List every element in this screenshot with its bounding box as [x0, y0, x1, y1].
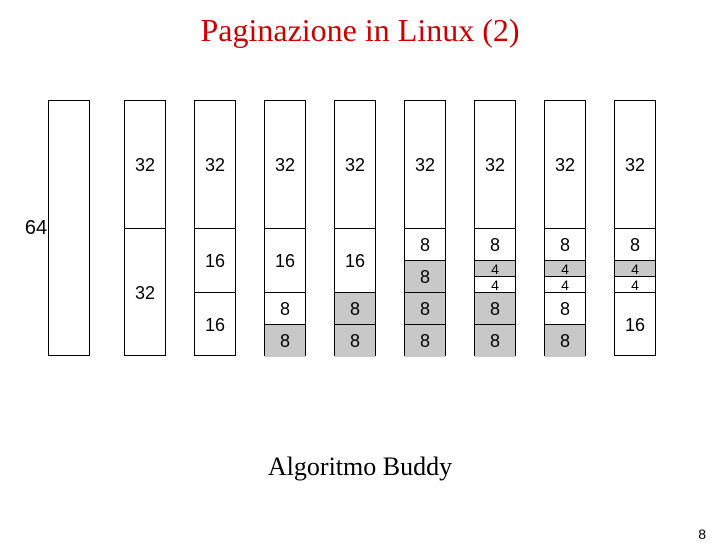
memory-block: 8: [405, 293, 445, 325]
memory-block: 8: [405, 325, 445, 357]
memory-column: 3284416: [614, 100, 656, 356]
memory-block: 8: [335, 293, 375, 325]
memory-block: 8: [545, 229, 585, 261]
slide-subtitle: Algoritmo Buddy: [0, 452, 720, 482]
memory-block: 8: [335, 325, 375, 357]
memory-column: 328888: [404, 100, 446, 356]
memory-block: 32: [615, 101, 655, 229]
slide-title: Paginazione in Linux (2): [0, 12, 720, 49]
memory-block: 16: [265, 229, 305, 293]
memory-block: 32: [545, 101, 585, 229]
memory-block: 16: [335, 229, 375, 293]
memory-block: 32: [405, 101, 445, 229]
memory-column: 3284488: [474, 100, 516, 356]
memory-block: 32: [335, 101, 375, 229]
memory-block: [49, 101, 89, 357]
memory-block: 4: [615, 277, 655, 293]
memory-block: 4: [475, 261, 515, 277]
memory-block: 8: [475, 325, 515, 357]
memory-block: 8: [405, 229, 445, 261]
memory-column: 321688: [264, 100, 306, 356]
memory-block: 8: [545, 325, 585, 357]
memory-column: 3232: [124, 100, 166, 356]
memory-column: 321688: [334, 100, 376, 356]
memory-block: 32: [125, 101, 165, 229]
memory-block: 8: [405, 261, 445, 293]
memory-block: 8: [615, 229, 655, 261]
memory-block: 16: [615, 293, 655, 357]
memory-block: 8: [545, 293, 585, 325]
memory-block: 32: [125, 229, 165, 357]
memory-block: 32: [195, 101, 235, 229]
memory-block: 16: [195, 229, 235, 293]
memory-block: 4: [615, 261, 655, 277]
memory-block: 4: [545, 277, 585, 293]
label-64: 64: [26, 100, 46, 356]
memory-block: 32: [265, 101, 305, 229]
memory-column: 321616: [194, 100, 236, 356]
memory-block: 8: [265, 325, 305, 357]
memory-block: 4: [545, 261, 585, 277]
memory-column: 3284488: [544, 100, 586, 356]
memory-block: 8: [475, 229, 515, 261]
memory-column: [48, 100, 90, 356]
memory-block: 8: [265, 293, 305, 325]
buddy-diagram: 64 3232321616321688321688328888328448832…: [48, 100, 672, 356]
memory-block: 32: [475, 101, 515, 229]
memory-block: 8: [475, 293, 515, 325]
memory-block: 16: [195, 293, 235, 357]
memory-block: 4: [475, 277, 515, 293]
